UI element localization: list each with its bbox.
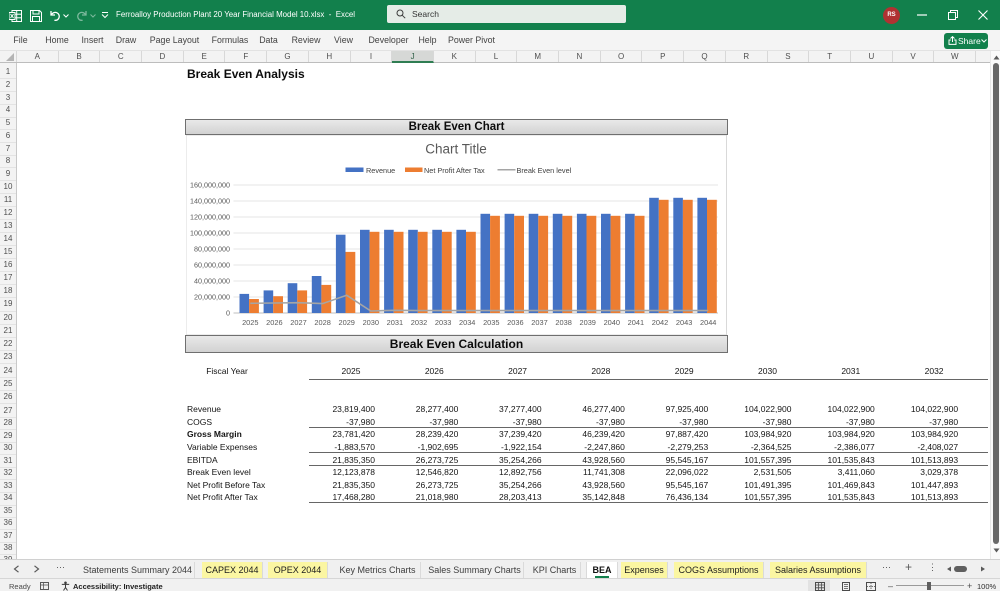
svg-text:2043: 2043 (675, 318, 691, 327)
svg-text:2037: 2037 (531, 318, 547, 327)
svg-text:Net Profit After Tax: Net Profit After Tax (424, 166, 485, 175)
svg-text:2029: 2029 (338, 318, 354, 327)
svg-text:20,000,000: 20,000,000 (194, 292, 230, 301)
svg-text:2035: 2035 (483, 318, 499, 327)
svg-text:2026: 2026 (266, 318, 282, 327)
svg-text:Break Even level: Break Even level (516, 166, 571, 175)
svg-text:120,000,000: 120,000,000 (190, 212, 230, 221)
svg-text:2028: 2028 (314, 318, 330, 327)
svg-text:2041: 2041 (627, 318, 643, 327)
svg-text:0: 0 (226, 308, 230, 317)
svg-text:160,000,000: 160,000,000 (190, 180, 230, 189)
svg-text:100,000,000: 100,000,000 (190, 228, 230, 237)
svg-text:2042: 2042 (651, 318, 667, 327)
svg-text:2030: 2030 (362, 318, 378, 327)
svg-text:140,000,000: 140,000,000 (190, 196, 230, 205)
svg-text:2031: 2031 (386, 318, 402, 327)
svg-text:40,000,000: 40,000,000 (194, 276, 230, 285)
svg-text:2036: 2036 (507, 318, 523, 327)
svg-text:2044: 2044 (699, 318, 715, 327)
svg-text:80,000,000: 80,000,000 (194, 244, 230, 253)
svg-text:2038: 2038 (555, 318, 571, 327)
svg-text:2034: 2034 (458, 318, 474, 327)
svg-text:Chart Title: Chart Title (425, 142, 487, 157)
svg-text:2039: 2039 (579, 318, 595, 327)
svg-text:2033: 2033 (434, 318, 450, 327)
svg-text:2040: 2040 (603, 318, 619, 327)
svg-text:2032: 2032 (410, 318, 426, 327)
svg-text:2025: 2025 (242, 318, 258, 327)
svg-text:2027: 2027 (290, 318, 306, 327)
svg-text:Revenue: Revenue (366, 166, 395, 175)
svg-text:60,000,000: 60,000,000 (194, 260, 230, 269)
